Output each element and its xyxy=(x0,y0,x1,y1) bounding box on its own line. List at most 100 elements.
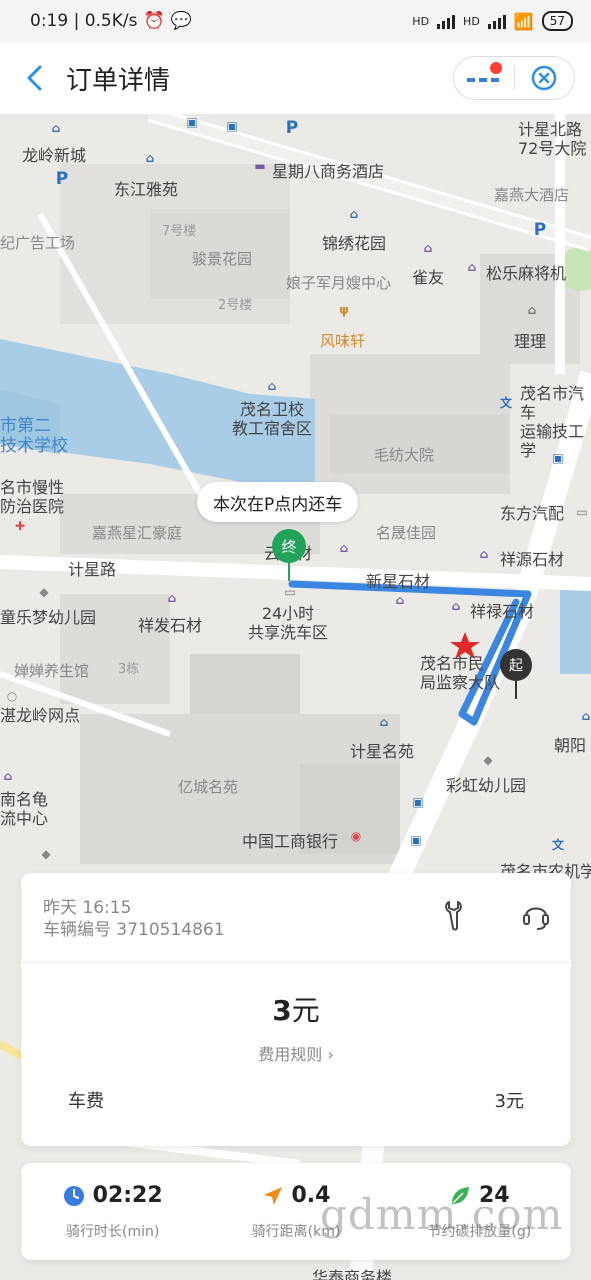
map-label: 理理 xyxy=(514,332,547,351)
map-label: 计星路 xyxy=(68,560,117,579)
map-label: 祥禄石材 xyxy=(470,602,535,621)
stat-duration-value: 02:22 xyxy=(92,1183,163,1208)
map-label: 24小时 共享洗车区 xyxy=(248,604,329,642)
map-label: 亿城名苑 xyxy=(178,778,239,796)
total-price: 3元 xyxy=(21,989,571,1029)
map-label: 彩虹幼儿园 xyxy=(446,776,527,795)
wrench-icon[interactable] xyxy=(441,899,469,931)
battery-indicator: 57 xyxy=(541,11,573,31)
clock-icon xyxy=(63,1185,84,1206)
map-label: 南名龟 流中心 xyxy=(0,790,49,828)
alarm-icon: ⏰ xyxy=(143,11,165,31)
map-label: 名晟佳园 xyxy=(376,524,437,542)
bus-icon: ▣ xyxy=(226,119,238,133)
map-label: 娘子军月嫂中心 xyxy=(286,274,392,292)
residential-icon: ⌂ xyxy=(581,709,591,723)
message-icon: 💬 xyxy=(170,11,192,31)
more-button[interactable] xyxy=(454,57,514,99)
map-label: 新星石材 xyxy=(366,572,431,591)
map-label: 朝阳 xyxy=(554,736,587,755)
price-value: 3 xyxy=(272,994,292,1027)
parking-icon: P xyxy=(533,220,547,240)
start-marker-stem xyxy=(515,679,517,699)
end-marker: 终 xyxy=(272,529,306,563)
kindergarten-icon: ◆ xyxy=(483,753,493,767)
back-button[interactable] xyxy=(8,42,60,114)
fee-value: 3元 xyxy=(494,1091,524,1112)
shop-icon: ⌂ xyxy=(451,599,461,613)
residential-icon: ⌂ xyxy=(51,121,61,135)
shop-icon: ⌂ xyxy=(423,241,433,255)
close-circle-icon xyxy=(531,65,557,91)
map-label: 3栋 xyxy=(118,662,140,677)
map-label: 计星北路 72号大院 xyxy=(518,120,587,158)
fee-label: 车费 xyxy=(68,1091,104,1112)
notification-dot xyxy=(489,62,502,74)
map-label: 嘉燕星汇豪庭 xyxy=(92,524,183,542)
customer-service-icon[interactable] xyxy=(521,899,551,931)
map-label: 名市慢性 防治医院 xyxy=(0,478,65,516)
residential-icon: ⌂ xyxy=(379,715,389,729)
map-label: 童乐梦幼儿园 xyxy=(0,608,97,627)
stat-duration: 02:22 骑行时长(min) xyxy=(21,1163,204,1260)
signal-tag-1: HD xyxy=(412,14,430,28)
shop-icon: ⌂ xyxy=(395,593,405,607)
signal-tag-2: HD xyxy=(463,14,480,28)
map-label: 祥源石材 xyxy=(500,550,565,569)
bank-icon: ◉ xyxy=(350,829,362,843)
start-marker: 起 xyxy=(500,649,532,681)
map-label: 市第二 技术学校 xyxy=(0,416,68,456)
residential-icon: ⌂ xyxy=(349,207,359,221)
map-label: 毛纺大院 xyxy=(374,446,435,464)
shop-icon: ⌂ xyxy=(467,260,477,274)
map-label: 7号楼 xyxy=(162,224,197,239)
school-icon: 文 xyxy=(499,395,512,410)
map-label: 婵婵养生馆 xyxy=(14,662,90,680)
signal-icon xyxy=(437,13,456,29)
hospital-icon: ✚ xyxy=(14,519,26,533)
order-card: 昨天 16:15 车辆编号 3710514861 3元 费用规则 › 车费 3元 xyxy=(21,873,571,1146)
map-label: 茂名卫校 教工宿舍区 xyxy=(232,400,313,438)
fee-rule-link[interactable]: 费用规则 › xyxy=(21,1041,571,1065)
parking-icon: P xyxy=(55,169,69,189)
shop-icon: ⌂ xyxy=(479,547,489,561)
page-title: 订单详情 xyxy=(66,65,171,96)
bus-icon: ▣ xyxy=(410,833,422,847)
stat-duration-label: 骑行时长(min) xyxy=(66,1224,160,1240)
end-marker-stem xyxy=(288,561,290,581)
map-label: 骏景花园 xyxy=(192,250,253,268)
building-icon: ⌂ xyxy=(527,303,537,317)
bus-icon: ▣ xyxy=(412,795,424,809)
car-icon: ▭ xyxy=(576,505,588,519)
school-icon: 文 xyxy=(551,837,564,852)
map-label: 华泰商务楼 xyxy=(312,1268,393,1280)
map-label: 松乐麻将机 xyxy=(486,264,567,283)
residential-icon: ⌂ xyxy=(145,151,155,165)
bike-number: 车辆编号 3710514861 xyxy=(43,920,225,940)
bus-icon: ▣ xyxy=(186,115,198,129)
map-label: 雀友 xyxy=(412,268,445,287)
restaurant-icon: ψ xyxy=(339,303,349,317)
kindergarten-icon: ◆ xyxy=(39,585,49,599)
map-label: 东方汽配 xyxy=(500,504,565,523)
map-label: 风味轩 xyxy=(320,332,366,350)
header: 订单详情 xyxy=(0,42,591,114)
order-info: 昨天 16:15 车辆编号 3710514861 xyxy=(21,873,571,963)
watermark: gdmm.com xyxy=(320,1190,564,1239)
map-label: 纪广告工场 xyxy=(0,234,76,252)
map-label: 湛龙岭网点 xyxy=(0,706,81,725)
shop-icon: ⌂ xyxy=(339,541,349,555)
hotel-icon: ▬ xyxy=(254,159,266,173)
wifi-icon: 📶 xyxy=(513,11,534,31)
map-label: 茂名市民 局监察大队 xyxy=(420,654,501,692)
map-label: 星期八商务酒店 xyxy=(272,162,385,181)
map-label: 2号楼 xyxy=(218,298,253,313)
mini-program-capsule xyxy=(453,56,575,100)
map-label: 中国工商银行 xyxy=(242,832,339,851)
map-label: 祥发石材 xyxy=(138,616,203,635)
price-unit: 元 xyxy=(291,994,320,1027)
shop-icon: ⌂ xyxy=(167,591,177,605)
kindergarten-icon: ◆ xyxy=(41,847,51,861)
parking-icon: P xyxy=(285,118,299,138)
close-mini-program-button[interactable] xyxy=(514,57,574,99)
